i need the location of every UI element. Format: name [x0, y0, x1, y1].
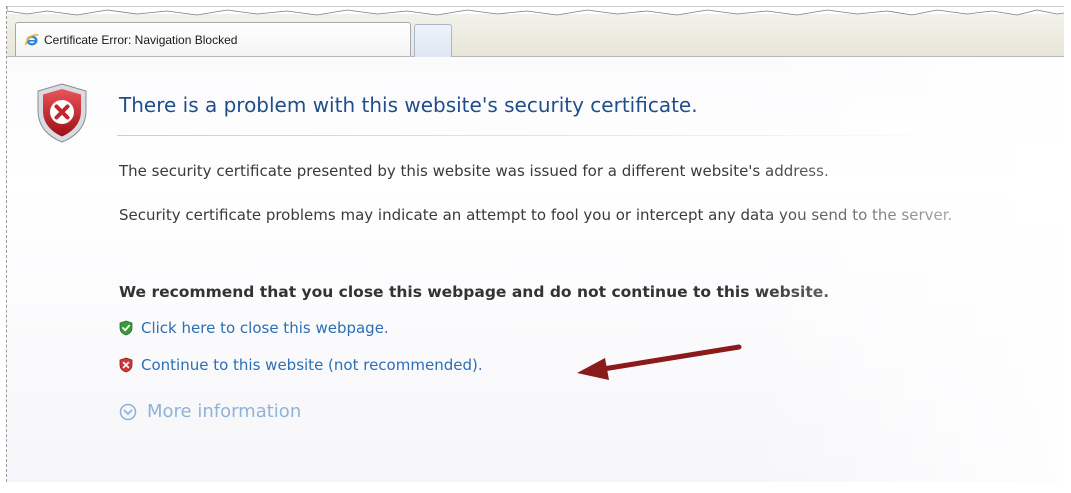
continue-website-link[interactable]: Continue to this website (not recommende…	[119, 356, 483, 374]
new-tab-button[interactable]	[414, 24, 452, 57]
tab-title: Certificate Error: Navigation Blocked	[44, 32, 238, 47]
close-webpage-link[interactable]: Click here to close this webpage.	[119, 319, 389, 337]
more-information-label: More information	[147, 401, 302, 422]
continue-link-label: Continue to this website (not recommende…	[141, 356, 483, 374]
recommendation-text: We recommend that you close this webpage…	[119, 283, 830, 301]
screenshot-frame: Certificate Error: Navigation Blocked Th…	[6, 6, 1064, 482]
error-page: There is a problem with this website's s…	[7, 57, 1064, 482]
shield-x-icon	[119, 357, 133, 373]
close-link-label: Click here to close this webpage.	[141, 319, 389, 337]
tab-certificate-error[interactable]: Certificate Error: Navigation Blocked	[15, 22, 411, 56]
more-information-toggle[interactable]: More information	[119, 401, 301, 422]
page-title: There is a problem with this website's s…	[119, 93, 698, 117]
shield-check-icon	[119, 320, 133, 336]
tab-bar: Certificate Error: Navigation Blocked	[7, 14, 1064, 57]
chevron-down-circle-icon	[119, 403, 137, 420]
description-text: The security certificate presented by th…	[119, 162, 829, 180]
divider	[117, 135, 1017, 136]
torn-edge-top	[7, 6, 1064, 16]
warning-text: Security certificate problems may indica…	[119, 206, 953, 224]
ie-icon	[24, 32, 40, 48]
shield-error-icon	[37, 83, 87, 143]
annotation-arrow	[577, 344, 742, 380]
